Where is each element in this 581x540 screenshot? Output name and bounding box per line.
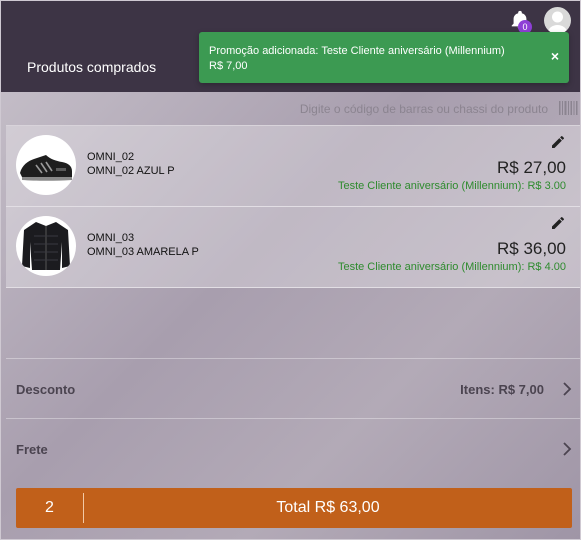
shipping-row[interactable]: Frete xyxy=(6,418,580,478)
product-image-jacket xyxy=(16,216,76,276)
product-promotion: Teste Cliente aniversário (Millennium): … xyxy=(337,261,566,273)
close-icon[interactable]: × xyxy=(551,48,559,64)
product-code: OMNI_02 xyxy=(87,151,135,163)
toast-message-line1: Promoção adicionada: Teste Cliente anive… xyxy=(209,45,505,57)
toast-message: Promoção adicionada: Teste Cliente anive… xyxy=(209,44,539,74)
item-quantity: 2 xyxy=(45,499,54,516)
product-promotion: Teste Cliente aniversário (Millennium): … xyxy=(337,180,566,192)
user-avatar-icon[interactable] xyxy=(544,7,571,34)
product-description: OMNI_03 AMARELA P xyxy=(87,246,199,258)
barcode-row xyxy=(6,93,580,126)
product-code: OMNI_03 xyxy=(87,232,135,244)
product-item[interactable]: OMNI_03 OMNI_03 AMARELA P R$ 36,00 Teste… xyxy=(6,207,580,288)
promotion-toast: Promoção adicionada: Teste Cliente anive… xyxy=(199,32,569,83)
chevron-right-icon xyxy=(563,442,572,456)
product-image-sneaker xyxy=(16,135,76,195)
discount-row[interactable]: Desconto Itens: R$ 7,00 xyxy=(6,358,580,418)
shipping-label: Frete xyxy=(16,442,48,457)
barcode-icon[interactable] xyxy=(558,100,578,116)
pencil-icon[interactable] xyxy=(550,134,566,150)
chevron-right-icon xyxy=(563,382,572,396)
checkout-total-button[interactable]: 2 Total R$ 63,00 xyxy=(16,488,572,528)
product-item[interactable]: OMNI_02 OMNI_02 AZUL P R$ 27,00 Teste Cl… xyxy=(6,126,580,207)
discount-label: Desconto xyxy=(16,382,76,397)
product-price: R$ 36,00 xyxy=(497,239,566,258)
total-amount: Total R$ 63,00 xyxy=(276,499,380,516)
product-price: R$ 27,00 xyxy=(497,158,566,177)
product-description: OMNI_02 AZUL P xyxy=(87,165,175,177)
page-title: Produtos comprados xyxy=(27,59,157,75)
toast-message-line2: R$ 7,00 xyxy=(209,60,248,72)
discount-value: Itens: R$ 7,00 xyxy=(460,382,544,397)
pencil-icon[interactable] xyxy=(550,215,566,231)
app-frame: Produtos comprados 0 Promoção adicionada… xyxy=(0,0,581,540)
barcode-input[interactable] xyxy=(156,99,550,119)
